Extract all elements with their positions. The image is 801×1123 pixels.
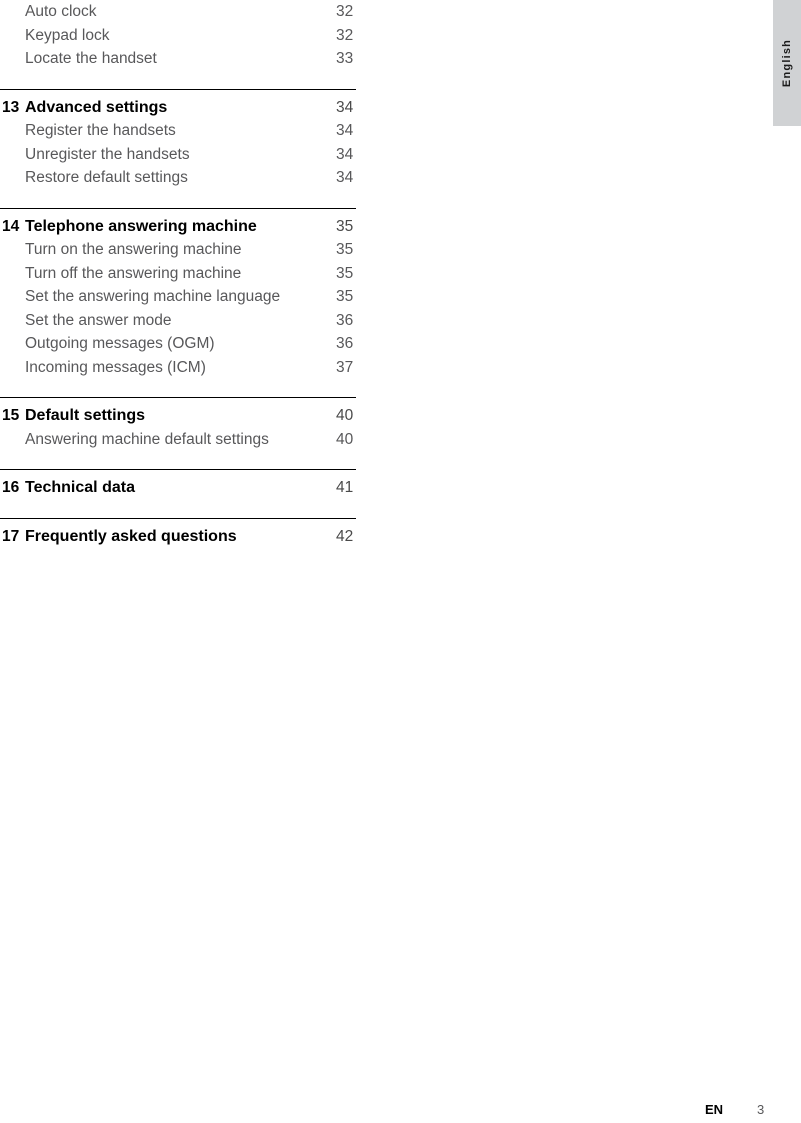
toc-section-spacer — [0, 500, 357, 518]
toc-entry-title: Answering machine default settings — [25, 430, 269, 448]
toc-entry-title: Frequently asked questions — [25, 527, 237, 545]
toc-chapter-row[interactable]: 14 Telephone answering machine 35 — [0, 215, 357, 239]
toc-entry-page-number: 34 — [336, 122, 354, 139]
toc-entry-page-number: 34 — [336, 98, 354, 116]
toc-entry-page-number: 35 — [336, 217, 354, 235]
toc-entry-page-number: 34 — [336, 169, 354, 186]
footer-page-number: 3 — [757, 1102, 765, 1117]
language-tab: English — [773, 0, 801, 126]
toc-entry-page-number: 35 — [336, 241, 354, 258]
language-tab-label: English — [781, 38, 793, 88]
toc-chapter-number: 17 — [2, 527, 20, 545]
toc-section: 15 Default settings 40 Answering machine de… — [0, 379, 357, 451]
toc-chapter-row[interactable]: 17 Frequently asked questions 42 — [0, 525, 357, 549]
toc-chapter-number: 13 — [2, 98, 20, 116]
toc-entry-row[interactable]: Turn on the answering machine 35 — [0, 238, 357, 262]
toc-entry-title: Set the answering machine language — [25, 288, 281, 305]
toc-section-spacer — [0, 71, 357, 89]
toc-section: 14 Telephone answering machine 35 Turn on t… — [0, 190, 357, 380]
toc-entry-title: Auto clock — [25, 3, 97, 20]
toc-section: 17 Frequently asked questions 42 — [0, 500, 357, 549]
toc-entry-title: Incoming messages (ICM) — [25, 358, 206, 376]
toc-chapter-number: 16 — [2, 479, 20, 496]
toc-entry-row[interactable]: Turn off the answering machine 35 — [0, 262, 357, 286]
table-of-contents: Auto clock 32 Keypad lock 32 Locate the hand… — [0, 0, 357, 548]
toc-entry-row[interactable]: Outgoing messages (OGM) 36 — [0, 332, 357, 356]
toc-entry-title: Register the handsets — [25, 122, 176, 139]
toc-entry-row[interactable]: Set the answer mode 36 — [0, 309, 357, 333]
toc-entry-row[interactable]: Answering machine default settings 40 — [0, 428, 357, 452]
toc-entry-row[interactable]: Restore default settings 34 — [0, 166, 357, 190]
toc-section: 13 Advanced settings 34 Register the handse… — [0, 71, 357, 190]
toc-section: Auto clock 32 Keypad lock 32 Locate the hand… — [0, 0, 357, 71]
toc-entry-title: Technical data — [25, 479, 135, 496]
toc-chapter-row[interactable]: 13 Advanced settings 34 — [0, 96, 357, 120]
toc-section: 16 Technical data 41 — [0, 451, 357, 500]
toc-entry-page-number: 42 — [336, 527, 354, 545]
toc-entry-title: Keypad lock — [25, 26, 110, 44]
toc-entry-row[interactable]: Locate the handset 33 — [0, 47, 357, 71]
toc-entry-row[interactable]: Set the answering machine language 35 — [0, 285, 357, 309]
toc-entry-title: Outgoing messages (OGM) — [25, 335, 215, 352]
toc-entry-title: Default settings — [25, 407, 146, 424]
toc-entry-title: Turn off the answering machine — [25, 264, 242, 282]
toc-entry-row[interactable]: Keypad lock 32 — [0, 24, 357, 48]
toc-entry-page-number: 40 — [336, 430, 354, 448]
toc-entry-title: Set the answer mode — [25, 311, 172, 329]
toc-chapter-number: 15 — [2, 407, 20, 424]
toc-entry-page-number: 33 — [336, 50, 354, 67]
toc-entry-page-number: 36 — [336, 311, 354, 329]
toc-entry-row[interactable]: Auto clock 32 — [0, 0, 357, 24]
toc-entry-page-number: 32 — [336, 26, 354, 44]
toc-entry-title: Turn on the answering machine — [25, 241, 242, 258]
page-footer: EN 3 — [0, 1101, 801, 1123]
toc-entry-row[interactable]: Incoming messages (ICM) 37 — [0, 356, 357, 380]
toc-entry-page-number: 36 — [336, 335, 354, 352]
toc-entry-page-number: 34 — [336, 145, 354, 163]
toc-chapter-row[interactable]: 16 Technical data 41 — [0, 476, 357, 500]
toc-entry-page-number: 35 — [336, 288, 354, 305]
toc-entry-title: Restore default settings — [25, 169, 188, 186]
toc-entry-page-number: 41 — [336, 479, 354, 496]
toc-entry-page-number: 40 — [336, 407, 354, 424]
toc-entry-title: Unregister the handsets — [25, 145, 190, 163]
toc-entry-row[interactable]: Unregister the handsets 34 — [0, 143, 357, 167]
toc-chapter-number: 14 — [2, 217, 20, 235]
toc-section-spacer — [0, 379, 357, 397]
toc-entry-page-number: 35 — [336, 264, 354, 282]
footer-language-code: EN — [705, 1102, 724, 1117]
toc-entry-page-number: 32 — [336, 3, 354, 20]
toc-chapter-row[interactable]: 15 Default settings 40 — [0, 404, 357, 428]
toc-section-spacer — [0, 451, 357, 469]
toc-entry-row[interactable]: Register the handsets 34 — [0, 119, 357, 143]
toc-section-spacer — [0, 190, 357, 208]
toc-entry-title: Advanced settings — [25, 98, 168, 116]
toc-entry-title: Locate the handset — [25, 50, 157, 67]
toc-entry-page-number: 37 — [336, 358, 354, 376]
toc-entry-title: Telephone answering machine — [25, 217, 257, 235]
